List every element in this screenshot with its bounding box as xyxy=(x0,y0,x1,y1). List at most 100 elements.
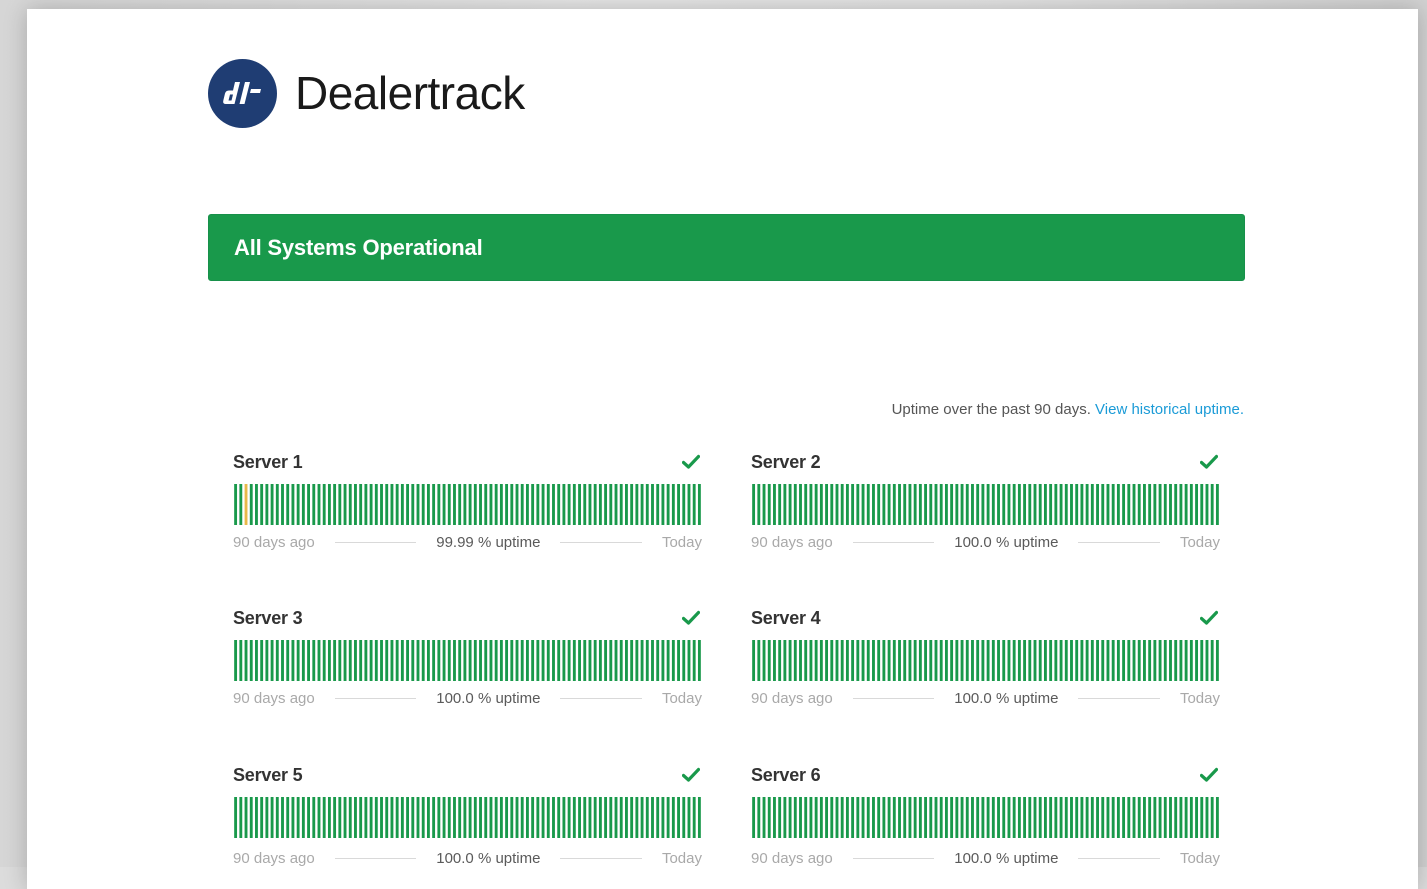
uptime-day-bar[interactable] xyxy=(1017,640,1021,681)
uptime-day-bar[interactable] xyxy=(971,640,974,681)
uptime-day-bar[interactable] xyxy=(835,484,839,525)
uptime-day-bar[interactable] xyxy=(505,797,509,838)
uptime-day-bar[interactable] xyxy=(788,640,792,681)
uptime-day-bar[interactable] xyxy=(1028,484,1032,525)
uptime-day-bar[interactable] xyxy=(510,640,514,681)
uptime-day-bar[interactable] xyxy=(354,484,357,525)
dealertrack-logo-icon[interactable] xyxy=(208,58,277,128)
uptime-day-bar[interactable] xyxy=(343,640,347,681)
uptime-day-bar[interactable] xyxy=(260,797,264,838)
uptime-day-bar[interactable] xyxy=(385,484,389,525)
uptime-day-bar[interactable] xyxy=(552,484,555,525)
uptime-day-bar[interactable] xyxy=(1215,640,1219,681)
uptime-day-bar[interactable] xyxy=(520,797,524,838)
uptime-day-bar[interactable] xyxy=(312,640,316,681)
uptime-day-bar[interactable] xyxy=(804,640,808,681)
uptime-day-bar[interactable] xyxy=(411,640,415,681)
uptime-day-bar[interactable] xyxy=(338,640,342,681)
uptime-day-bar[interactable] xyxy=(788,797,792,838)
uptime-day-bar[interactable] xyxy=(903,484,907,525)
uptime-day-bar[interactable] xyxy=(892,484,896,525)
uptime-day-bar[interactable] xyxy=(327,797,331,838)
uptime-day-bar[interactable] xyxy=(866,484,870,525)
uptime-day-bar[interactable] xyxy=(1205,797,1209,838)
uptime-day-bar[interactable] xyxy=(499,484,503,525)
uptime-day-bar[interactable] xyxy=(1210,484,1214,525)
uptime-day-bar[interactable] xyxy=(270,640,274,681)
uptime-day-bar[interactable] xyxy=(986,640,990,681)
uptime-day-bar[interactable] xyxy=(666,640,670,681)
uptime-day-bar[interactable] xyxy=(453,484,456,525)
uptime-day-bar[interactable] xyxy=(955,797,959,838)
uptime-day-bar[interactable] xyxy=(432,640,436,681)
uptime-day-bar[interactable] xyxy=(239,484,243,525)
uptime-day-bar[interactable] xyxy=(275,484,279,525)
uptime-day-bar[interactable] xyxy=(903,797,907,838)
uptime-day-bar[interactable] xyxy=(1148,640,1152,681)
uptime-day-bar[interactable] xyxy=(296,484,300,525)
uptime-day-bar[interactable] xyxy=(1174,797,1178,838)
uptime-day-bar[interactable] xyxy=(395,484,399,525)
uptime-day-bar[interactable] xyxy=(468,640,472,681)
uptime-day-bar[interactable] xyxy=(270,797,274,838)
uptime-day-bar[interactable] xyxy=(562,484,566,525)
uptime-day-bar[interactable] xyxy=(697,484,701,525)
uptime-day-bar[interactable] xyxy=(546,484,550,525)
uptime-day-bar[interactable] xyxy=(546,640,550,681)
uptime-day-bar[interactable] xyxy=(442,484,446,525)
uptime-day-bar[interactable] xyxy=(369,797,373,838)
uptime-day-bar[interactable] xyxy=(525,484,529,525)
uptime-day-bar[interactable] xyxy=(374,797,378,838)
uptime-day-bar[interactable] xyxy=(651,640,654,681)
uptime-day-bar[interactable] xyxy=(882,797,886,838)
uptime-day-bar[interactable] xyxy=(872,797,875,838)
uptime-day-bar[interactable] xyxy=(819,640,823,681)
uptime-day-bar[interactable] xyxy=(835,797,839,838)
uptime-day-bar[interactable] xyxy=(861,640,865,681)
uptime-day-bar[interactable] xyxy=(333,640,337,681)
uptime-day-bar[interactable] xyxy=(499,640,503,681)
uptime-day-bar[interactable] xyxy=(757,640,761,681)
uptime-day-bar[interactable] xyxy=(767,797,771,838)
uptime-day-bar[interactable] xyxy=(525,797,529,838)
uptime-day-bar[interactable] xyxy=(965,797,969,838)
uptime-day-bar[interactable] xyxy=(1116,484,1120,525)
uptime-day-bar[interactable] xyxy=(773,484,776,525)
uptime-day-bar[interactable] xyxy=(1012,484,1016,525)
uptime-day-bar[interactable] xyxy=(265,484,269,525)
uptime-day-bar[interactable] xyxy=(630,640,634,681)
uptime-day-bar[interactable] xyxy=(416,484,420,525)
uptime-day-bar[interactable] xyxy=(588,640,592,681)
uptime-day-bar[interactable] xyxy=(1210,797,1214,838)
uptime-day-bar[interactable] xyxy=(494,484,498,525)
uptime-day-bar[interactable] xyxy=(856,484,860,525)
uptime-day-bar[interactable] xyxy=(1054,640,1058,681)
uptime-day-bar[interactable] xyxy=(473,484,477,525)
uptime-day-bar[interactable] xyxy=(286,484,290,525)
uptime-day-bar[interactable] xyxy=(255,484,258,525)
uptime-day-bar[interactable] xyxy=(411,797,415,838)
uptime-day-bar[interactable] xyxy=(1122,797,1126,838)
uptime-day-bar[interactable] xyxy=(1017,484,1021,525)
uptime-day-bar[interactable] xyxy=(447,484,451,525)
uptime-day-bar[interactable] xyxy=(541,640,545,681)
uptime-day-bar[interactable] xyxy=(437,640,441,681)
uptime-day-bar[interactable] xyxy=(1075,484,1079,525)
uptime-day-bar[interactable] xyxy=(783,484,787,525)
uptime-day-bar[interactable] xyxy=(515,484,519,525)
uptime-day-bar[interactable] xyxy=(390,797,394,838)
uptime-day-bar[interactable] xyxy=(830,640,834,681)
uptime-day-bar[interactable] xyxy=(929,640,933,681)
uptime-day-bar[interactable] xyxy=(1002,797,1006,838)
uptime-day-bar[interactable] xyxy=(809,484,813,525)
uptime-day-bar[interactable] xyxy=(244,797,248,838)
uptime-day-bar[interactable] xyxy=(661,640,665,681)
uptime-day-bar[interactable] xyxy=(965,484,969,525)
uptime-day-bar[interactable] xyxy=(515,797,519,838)
uptime-day-bar[interactable] xyxy=(913,797,917,838)
uptime-day-bar[interactable] xyxy=(583,484,587,525)
uptime-day-bar[interactable] xyxy=(1059,797,1063,838)
uptime-day-bar[interactable] xyxy=(1179,484,1183,525)
uptime-day-bar[interactable] xyxy=(484,640,488,681)
uptime-day-bar[interactable] xyxy=(1070,484,1073,525)
